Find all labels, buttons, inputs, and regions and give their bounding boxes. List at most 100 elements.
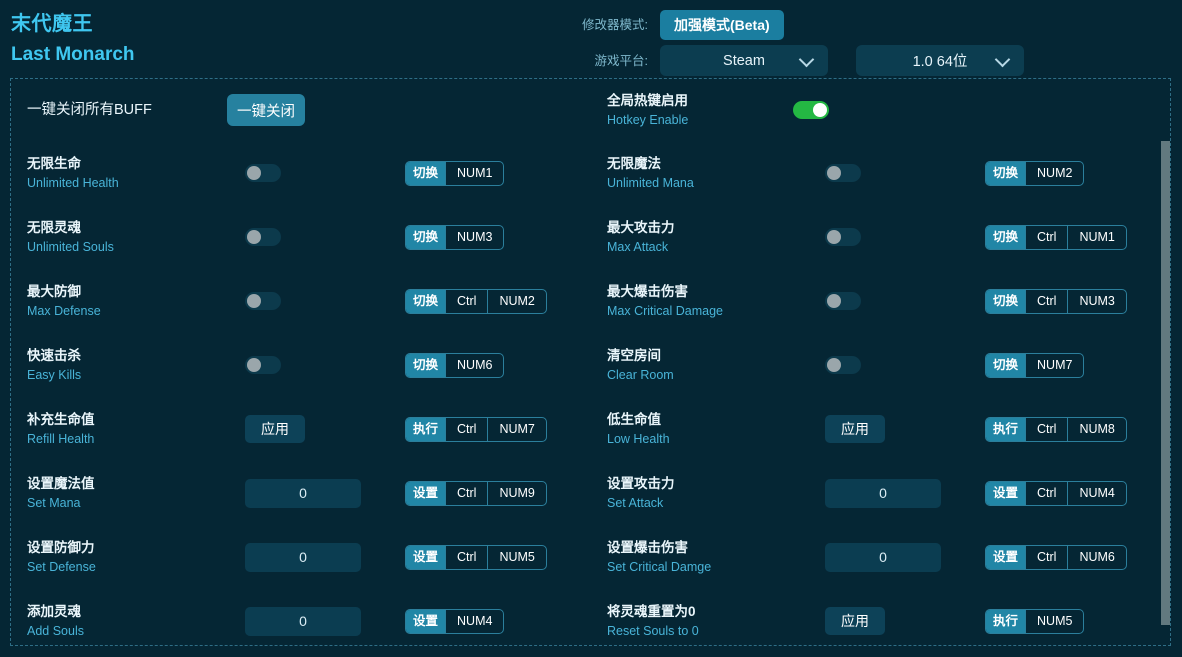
hotkey-enable-row: 全局热键启用 Hotkey Enable: [607, 79, 829, 141]
cheat-label-cn: 设置魔法值: [27, 476, 95, 491]
hotkey-chip[interactable]: 执行 Ctrl NUM8: [985, 416, 1127, 442]
trainer-mode-button[interactable]: 加强模式(Beta): [660, 10, 784, 40]
hotkey-key: Ctrl: [1025, 417, 1067, 441]
cheat-toggle[interactable]: [825, 356, 861, 374]
hotkey-key: Ctrl: [445, 417, 487, 441]
cheat-label-en: Add Souls: [27, 624, 84, 638]
cheat-row: 最大爆击伤害 Max Critical Damage 切换 Ctrl NUM3: [607, 269, 1170, 333]
toggle-knob: [813, 103, 827, 117]
hotkey-action-label: 切换: [406, 289, 446, 313]
cheat-label-cn: 最大防御: [27, 284, 81, 299]
hotkey-chip[interactable]: 设置 Ctrl NUM9: [405, 480, 547, 506]
cheat-label-cn: 设置攻击力: [607, 476, 675, 491]
app-title: 末代魔王 Last Monarch: [11, 10, 135, 68]
cheat-row: 将灵魂重置为0 Reset Souls to 0 应用 执行 NUM5: [607, 589, 1170, 645]
value-input[interactable]: [245, 606, 361, 636]
chevron-down-icon: [798, 51, 815, 67]
hotkey-action-label: 切换: [986, 225, 1026, 249]
cheat-row: 补充生命值 Refill Health 应用 执行 Ctrl NUM7: [27, 397, 607, 461]
cheat-control-slot: [213, 606, 407, 636]
cheat-control-slot: 应用: [793, 607, 987, 635]
cheat-control-slot: [213, 542, 407, 572]
hotkey-enable-toggle[interactable]: [793, 101, 829, 119]
panel-scrollbar-track[interactable]: [1161, 79, 1170, 645]
hotkey-action-label: 设置: [406, 545, 446, 569]
value-input[interactable]: [825, 478, 941, 508]
cheat-label-cn: 补充生命值: [27, 412, 95, 427]
cheat-row: 设置爆击伤害 Set Critical Damge 设置CtrlNUM6: [607, 525, 1170, 589]
platform-dropdown[interactable]: Steam: [660, 45, 828, 76]
version-dropdown[interactable]: 1.0 64位: [856, 45, 1024, 76]
hotkey-chip[interactable]: 切换 Ctrl NUM2: [405, 288, 547, 314]
hotkey-chip[interactable]: 切换 NUM1: [405, 160, 505, 186]
cheat-hotkey-slot: 设置 NUM4: [405, 608, 505, 634]
hotkey-action-label: 设置: [406, 481, 446, 505]
hotkey-chip[interactable]: 切换 NUM3: [405, 224, 505, 250]
value-input[interactable]: [825, 542, 941, 572]
hotkey-chip[interactable]: 执行 Ctrl NUM7: [405, 416, 547, 442]
cheat-hotkey-slot: 设置 Ctrl NUM6: [985, 544, 1127, 570]
cheat-panel: 一键关闭所有BUFF 一键关闭 全局热键启用 Hotkey Enable 无限生…: [10, 78, 1171, 646]
cheat-label: 无限灵魂 Unlimited Souls: [27, 218, 213, 256]
cheat-toggle[interactable]: [825, 228, 861, 246]
cheat-toggle[interactable]: [825, 292, 861, 310]
hotkey-action-label: 切换: [986, 353, 1026, 377]
cheat-toggle[interactable]: [245, 356, 281, 374]
cheat-label-en: Max Critical Damage: [607, 304, 724, 318]
cheat-label-en: Max Attack: [607, 240, 669, 254]
cheat-label: 清空房间 Clear Room: [607, 346, 793, 384]
hotkey-chip[interactable]: 设置 NUM4: [405, 608, 505, 634]
cheat-control-slot: [793, 542, 987, 572]
hotkey-key: Ctrl: [445, 545, 487, 569]
hotkey-chip[interactable]: 设置 Ctrl NUM4: [985, 480, 1127, 506]
close-all-buffs-label: 一键关闭所有BUFF: [27, 102, 152, 118]
cheat-label-cn: 设置爆击伤害: [607, 540, 688, 555]
hotkey-action-label: 设置: [406, 609, 446, 633]
hotkey-chip[interactable]: 执行 NUM5: [985, 608, 1085, 634]
cheat-label: 添加灵魂 Add Souls: [27, 602, 213, 640]
hotkey-key: NUM3: [445, 225, 503, 249]
cheat-label-cn: 将灵魂重置为0: [607, 604, 696, 619]
apply-button[interactable]: 应用: [245, 415, 305, 443]
cheat-hotkey-slot: 执行 Ctrl NUM8: [985, 416, 1127, 442]
hotkey-chip[interactable]: 切换 Ctrl NUM3: [985, 288, 1127, 314]
hotkey-action-label: 设置: [986, 481, 1026, 505]
cheat-label-en: Clear Room: [607, 368, 674, 382]
apply-button[interactable]: 应用: [825, 607, 885, 635]
hotkey-chip[interactable]: 设置 Ctrl NUM5: [405, 544, 547, 570]
toggle-knob: [247, 230, 261, 244]
cheat-hotkey-slot: 切换 NUM6: [405, 352, 505, 378]
header-controls: 修改器模式: 加强模式(Beta) 游戏平台: Steam 1.0 64位: [560, 0, 1182, 78]
game-platform-row: 游戏平台: Steam 1.0 64位: [560, 45, 1024, 76]
cheat-toggle[interactable]: [245, 164, 281, 182]
game-platform-label: 游戏平台:: [594, 53, 648, 68]
hotkey-key: Ctrl: [1025, 545, 1067, 569]
cheat-label-en: Reset Souls to 0: [607, 624, 699, 638]
value-input[interactable]: [245, 478, 361, 508]
cheat-label-cn: 低生命值: [607, 412, 661, 427]
cheat-label: 将灵魂重置为0 Reset Souls to 0: [607, 602, 793, 640]
value-input[interactable]: [245, 542, 361, 572]
close-all-button[interactable]: 一键关闭: [227, 94, 305, 126]
hotkey-chip[interactable]: 切换 Ctrl NUM1: [985, 224, 1127, 250]
chevron-down-icon: [994, 51, 1011, 67]
cheat-row: 设置攻击力 Set Attack 设置CtrlNUM4: [607, 461, 1170, 525]
hotkey-key: NUM8: [1067, 417, 1125, 441]
hotkey-chip[interactable]: 设置 Ctrl NUM6: [985, 544, 1127, 570]
cheat-label-en: Set Attack: [607, 496, 664, 510]
cheat-toggle[interactable]: [825, 164, 861, 182]
panel-scrollbar-thumb[interactable]: [1161, 141, 1170, 625]
cheat-row: 设置防御力 Set Defense 设置CtrlNUM5: [27, 525, 607, 589]
hotkey-chip[interactable]: 切换 NUM7: [985, 352, 1085, 378]
cheat-toggle[interactable]: [245, 292, 281, 310]
cheat-row: 快速击杀 Easy Kills 切换 NUM6: [27, 333, 607, 397]
toggle-knob: [247, 166, 261, 180]
cheat-control-slot: 应用: [793, 415, 987, 443]
cheat-hotkey-slot: 切换 NUM7: [985, 352, 1085, 378]
apply-button[interactable]: 应用: [825, 415, 885, 443]
cheat-toggle[interactable]: [245, 228, 281, 246]
cheat-hotkey-slot: 切换 NUM2: [985, 160, 1085, 186]
hotkey-chip[interactable]: 切换 NUM6: [405, 352, 505, 378]
version-dropdown-value: 1.0 64位: [912, 54, 968, 70]
hotkey-chip[interactable]: 切换 NUM2: [985, 160, 1085, 186]
